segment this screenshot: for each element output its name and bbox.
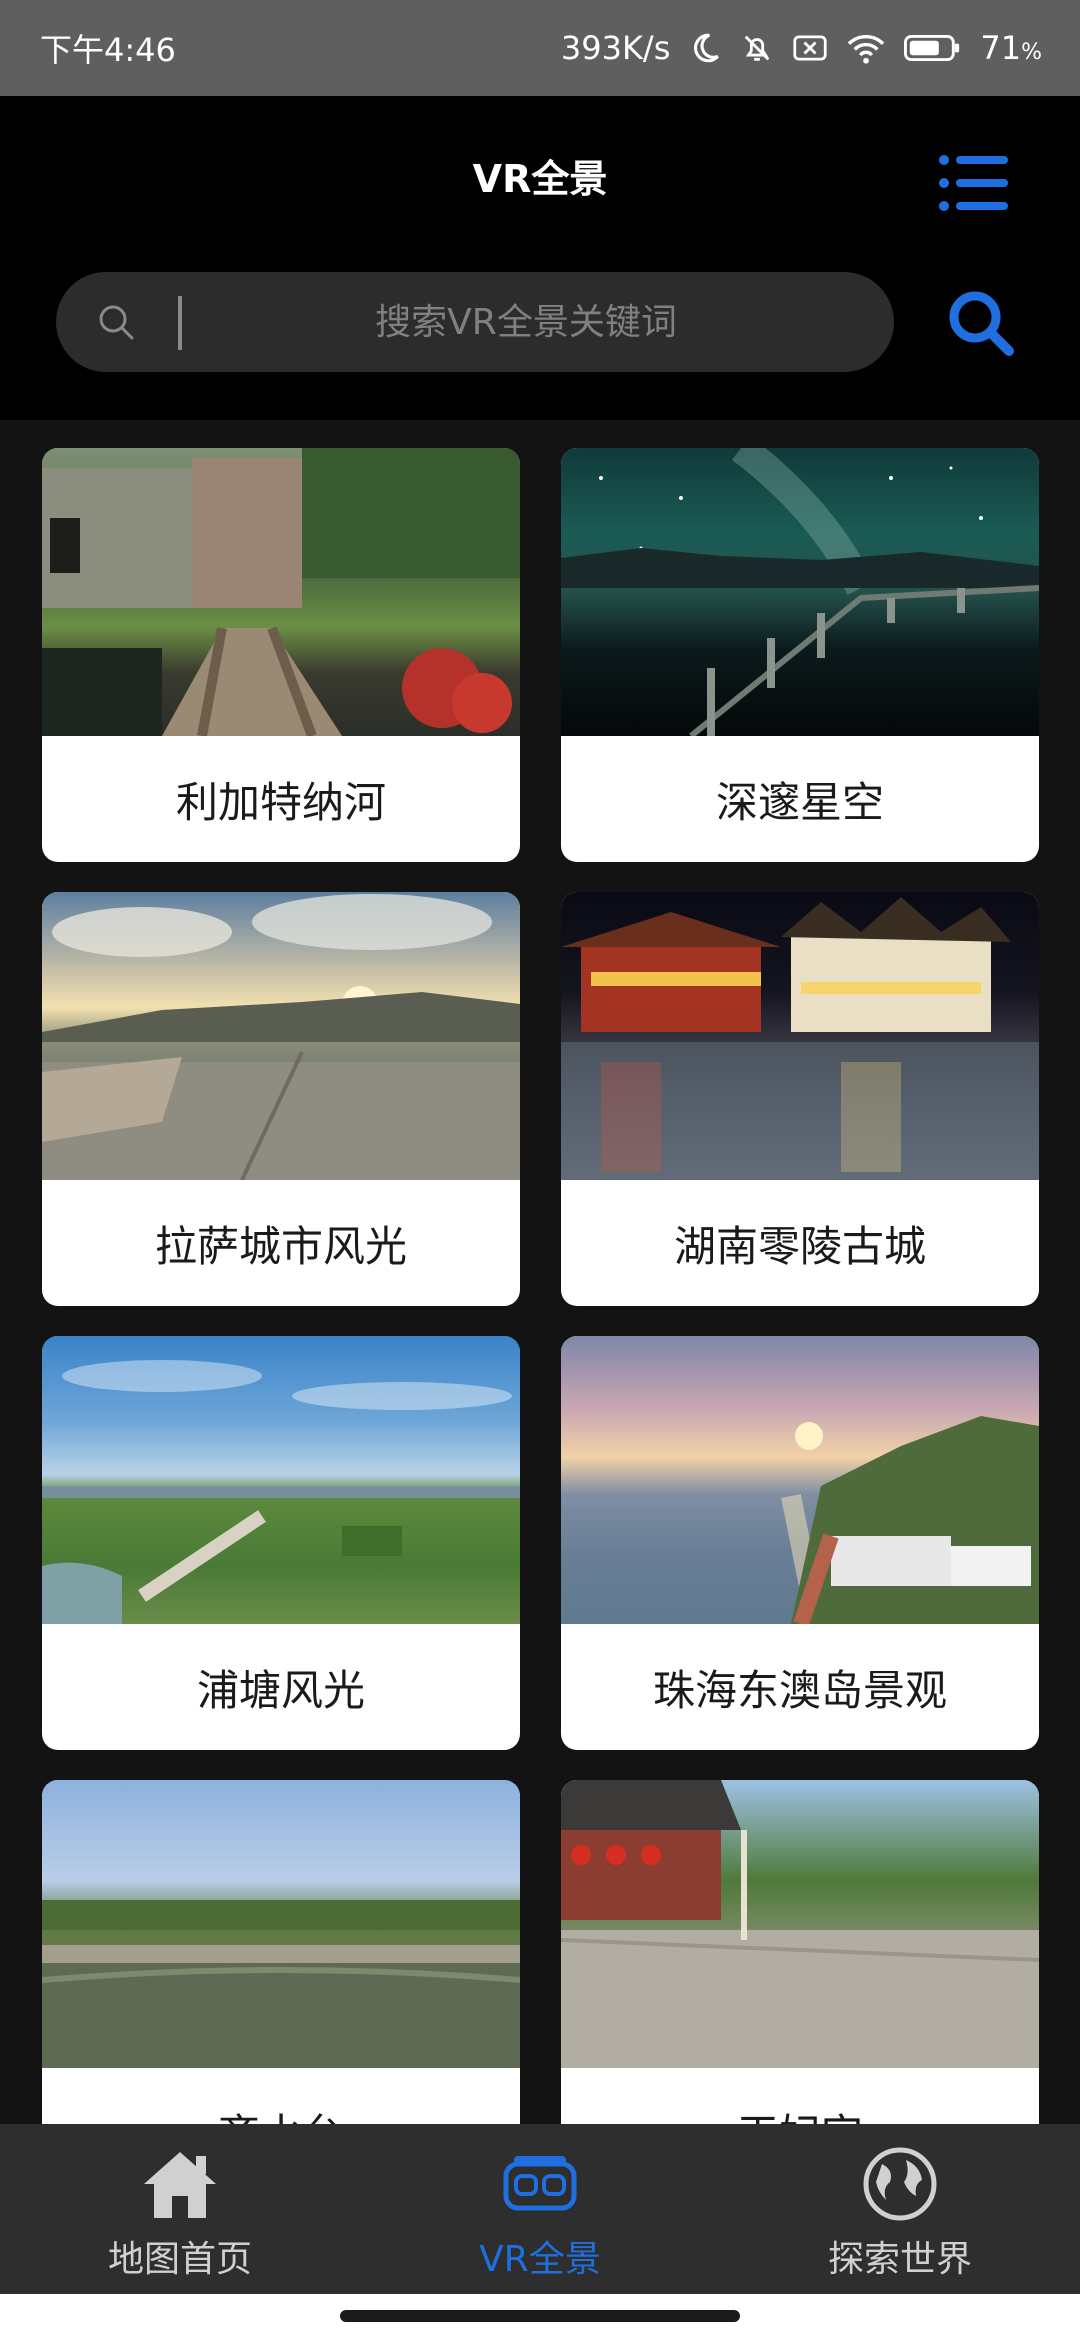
bottom-navigation: 地图首页 VR全景 探索世界 — [0, 2124, 1080, 2294]
network-speed: 393K/s — [560, 29, 671, 67]
panorama-thumbnail — [42, 448, 520, 736]
app-header: VR全景 — [0, 96, 1080, 420]
panorama-thumbnail — [42, 892, 520, 1180]
no-sim-icon — [792, 31, 828, 65]
status-bar: 下午4:46 393K/s 71% — [0, 0, 1080, 96]
nav-item-explore[interactable]: 探索世界 — [720, 2124, 1080, 2294]
nav-label: 探索世界 — [827, 2239, 972, 2280]
search-button[interactable] — [944, 286, 1018, 360]
panorama-card[interactable]: 湖南零陵古城 — [561, 892, 1039, 1306]
menu-button[interactable] — [938, 152, 1010, 214]
panorama-card[interactable]: 深邃星空 — [561, 448, 1039, 862]
gesture-bar — [0, 2294, 1080, 2340]
panorama-card[interactable]: 天妃宫 — [561, 1780, 1039, 2124]
panorama-title: 齐水台 — [42, 2068, 520, 2125]
nav-item-map-home[interactable]: 地图首页 — [0, 2124, 360, 2294]
panorama-title: 湖南零陵古城 — [673, 1221, 926, 1271]
panorama-title: 珠海东澳岛景观 — [652, 1665, 947, 1715]
panorama-title: 天妃宫 — [561, 2068, 1039, 2125]
status-indicators: 393K/s 71% — [561, 29, 1042, 67]
bell-muted-icon — [740, 31, 774, 65]
panorama-thumbnail — [561, 892, 1039, 1180]
nav-label: 地图首页 — [107, 2239, 252, 2280]
panorama-card[interactable]: 拉萨城市风光 — [42, 892, 520, 1306]
list-menu-icon — [939, 155, 1008, 211]
panorama-thumbnail — [42, 1336, 520, 1624]
globe-icon — [863, 2147, 937, 2221]
panorama-title: 深邃星空 — [715, 777, 884, 827]
panorama-thumbnail — [42, 1780, 520, 2068]
home-icon — [144, 2152, 216, 2218]
page-title: VR全景 — [472, 157, 608, 201]
nav-label: VR全景 — [479, 2239, 601, 2280]
panorama-title: 拉萨城市风光 — [154, 1221, 407, 1271]
status-time: 下午4:46 — [40, 31, 176, 69]
battery-icon — [904, 33, 962, 63]
home-indicator[interactable] — [340, 2310, 740, 2322]
battery-level: 71% — [980, 29, 1042, 67]
panorama-card[interactable]: 珠海东澳岛景观 — [561, 1336, 1039, 1750]
search-icon — [949, 291, 1014, 356]
panorama-thumbnail — [561, 1336, 1039, 1624]
moon-icon — [688, 31, 722, 65]
search-icon — [99, 305, 134, 340]
panorama-thumbnail — [561, 448, 1039, 736]
vr-panorama-grid: 利加特纳河 深邃星空 拉萨城市风光 湖南零陵古城 浦塘风光 珠海东澳岛景观 — [0, 420, 1080, 2124]
search-input[interactable] — [196, 272, 856, 372]
panorama-title: 浦塘风光 — [196, 1665, 365, 1715]
search-bar — [56, 272, 894, 372]
text-cursor — [178, 296, 182, 350]
nav-item-vr[interactable]: VR全景 — [360, 2124, 720, 2294]
wifi-icon — [846, 31, 886, 65]
panorama-card[interactable]: 利加特纳河 — [42, 448, 520, 862]
panorama-thumbnail — [561, 1780, 1039, 2068]
vr-headset-icon — [503, 2156, 577, 2211]
panorama-card[interactable]: 浦塘风光 — [42, 1336, 520, 1750]
panorama-title: 利加特纳河 — [175, 777, 386, 827]
panorama-card[interactable]: 齐水台 — [42, 1780, 520, 2124]
